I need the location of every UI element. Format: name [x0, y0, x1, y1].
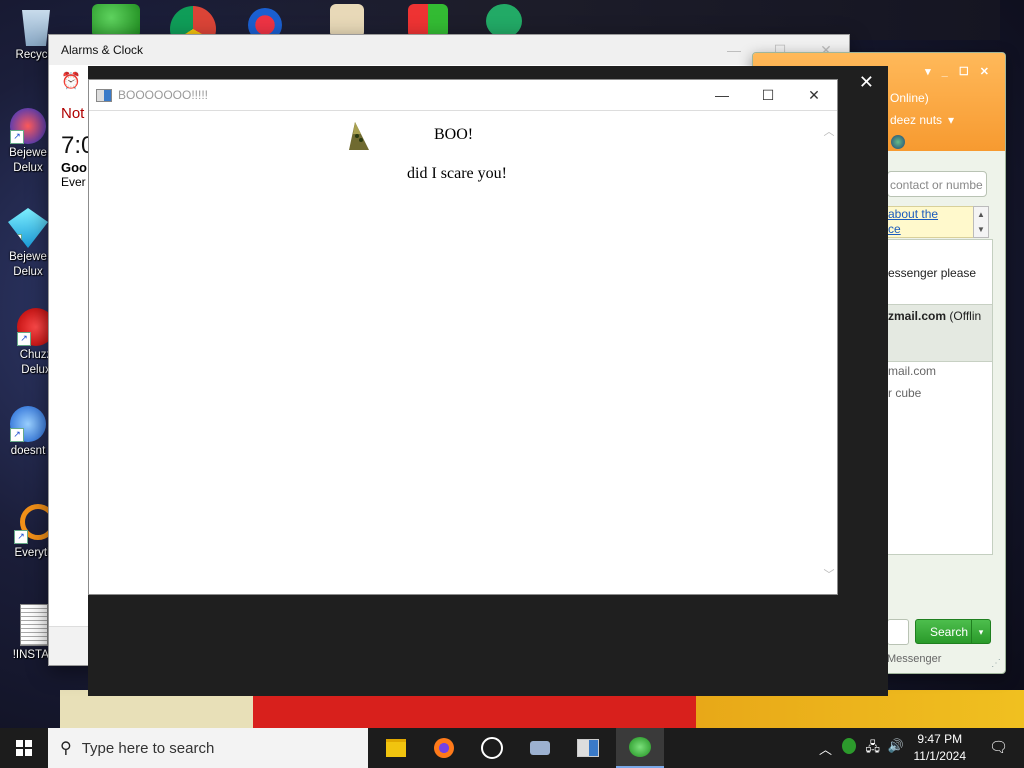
window-app-icon[interactable]	[564, 728, 612, 768]
character-icon[interactable]	[486, 4, 522, 38]
web-search-input[interactable]	[887, 619, 909, 645]
file-explorer-icon[interactable]	[372, 728, 420, 768]
shortcut-arrow-icon: ↗	[14, 530, 28, 544]
notification-center-icon[interactable]: 🗨	[989, 738, 1008, 756]
clock-time: 9:47 PM	[917, 732, 963, 746]
firefox-icon[interactable]	[420, 728, 468, 768]
search-placeholder: Type here to search	[81, 739, 215, 757]
notice-text: essenger please	[888, 266, 977, 280]
search-button[interactable]: Search ▾	[915, 619, 991, 644]
taskbar-search[interactable]: ⚲ Type here to search	[48, 728, 368, 768]
globe-icon[interactable]	[891, 135, 905, 149]
window-title: Alarms & Clock	[61, 43, 144, 57]
bejeweled-icon: ↗	[10, 108, 46, 144]
ad-link[interactable]: about the	[888, 207, 938, 221]
personal-message[interactable]: deez nuts	[890, 113, 942, 127]
network-icon[interactable]: 🖧	[866, 738, 881, 760]
volume-icon[interactable]: 🔊	[888, 738, 904, 754]
text-file-icon	[20, 604, 48, 646]
messenger-tray-icon[interactable]	[842, 738, 856, 754]
ad-link[interactable]: ce	[888, 222, 901, 236]
search-icon: ⚲	[60, 740, 72, 757]
ghost-figure-icon	[349, 122, 369, 150]
vertical-scrollbar[interactable]: ︿ ﹀	[821, 111, 837, 594]
paint-icon[interactable]	[330, 4, 364, 38]
chevron-up-icon[interactable]: ︿	[819, 739, 832, 758]
start-button[interactable]	[0, 728, 48, 768]
bird-icon: ↗	[10, 406, 46, 442]
dialog-message: did I scare you!	[407, 165, 507, 182]
contact-note: r cube	[888, 386, 922, 400]
minimize-icon[interactable]: —	[711, 42, 757, 59]
resize-grip-icon[interactable]: ⋰	[991, 658, 1001, 669]
messenger-footer: Messenger	[887, 653, 942, 665]
window-title: BOOOOOOO!!!!!	[118, 88, 209, 102]
boo-titlebar[interactable]: BOOOOOOO!!!!! — ☐ ✕	[89, 80, 837, 111]
dialog-content: BOO! did I scare you!	[89, 111, 821, 594]
taskbar-clock[interactable]: 9:47 PM 11/1/2024	[914, 731, 967, 765]
shortcut-arrow-icon: ↗	[10, 130, 24, 144]
shortcut-arrow-icon: ↗	[10, 428, 24, 442]
camera-icon[interactable]	[516, 728, 564, 768]
messenger-taskbar-icon[interactable]	[616, 728, 664, 768]
contact-email[interactable]: zmail.com	[888, 309, 946, 323]
contact-list[interactable]: essenger please zmail.com (Offlin mail.c…	[887, 239, 993, 555]
search-button-label: Search	[930, 625, 969, 639]
alarms-titlebar[interactable]: Alarms & Clock — ☐ ✕	[49, 35, 849, 65]
scroll-up-icon[interactable]: ︿	[821, 123, 837, 139]
taskbar: ⚲ Type here to search ︿ 🖧 🔊 9:47 PM 11/1…	[0, 728, 1024, 768]
close-icon[interactable]: ✕	[859, 72, 874, 93]
dialog-heading: BOO!	[434, 126, 474, 143]
scroll-down-icon[interactable]: ﹀	[821, 566, 837, 582]
chevron-down-icon[interactable]: ▾	[971, 620, 990, 643]
minimize-button[interactable]: —	[699, 80, 745, 110]
maximize-button[interactable]: ☐	[745, 80, 791, 110]
messenger-window-controls[interactable]: ▾ _ ☐ ✕	[925, 65, 993, 78]
alarms-clock-icon[interactable]	[468, 728, 516, 768]
windows-store-icon[interactable]	[408, 4, 448, 38]
contact-status: (Offlin	[949, 309, 982, 323]
dropdown-icon[interactable]: ▾	[948, 113, 954, 127]
app-icon	[96, 88, 112, 102]
close-button[interactable]: ✕	[791, 80, 837, 110]
contact-search-input[interactable]: contact or numbe	[887, 171, 987, 197]
messenger-icon[interactable]	[92, 4, 140, 38]
boo-dialog[interactable]: BOOOOOOO!!!!! — ☐ ✕ BOO! did I scare you…	[88, 79, 838, 595]
diamond-icon: ↗	[8, 208, 48, 248]
shortcut-arrow-icon: ↗	[8, 234, 22, 248]
contact-email[interactable]: mail.com	[888, 364, 936, 378]
contact-group[interactable]: zmail.com (Offlin	[888, 304, 992, 362]
windows-logo-icon	[16, 740, 32, 756]
status-text[interactable]: Online)	[890, 91, 929, 105]
clock-date: 11/1/2024	[913, 749, 967, 763]
shortcut-arrow-icon: ↗	[17, 332, 31, 346]
ad-scrollbar[interactable]: ▲ ▼	[973, 206, 989, 238]
